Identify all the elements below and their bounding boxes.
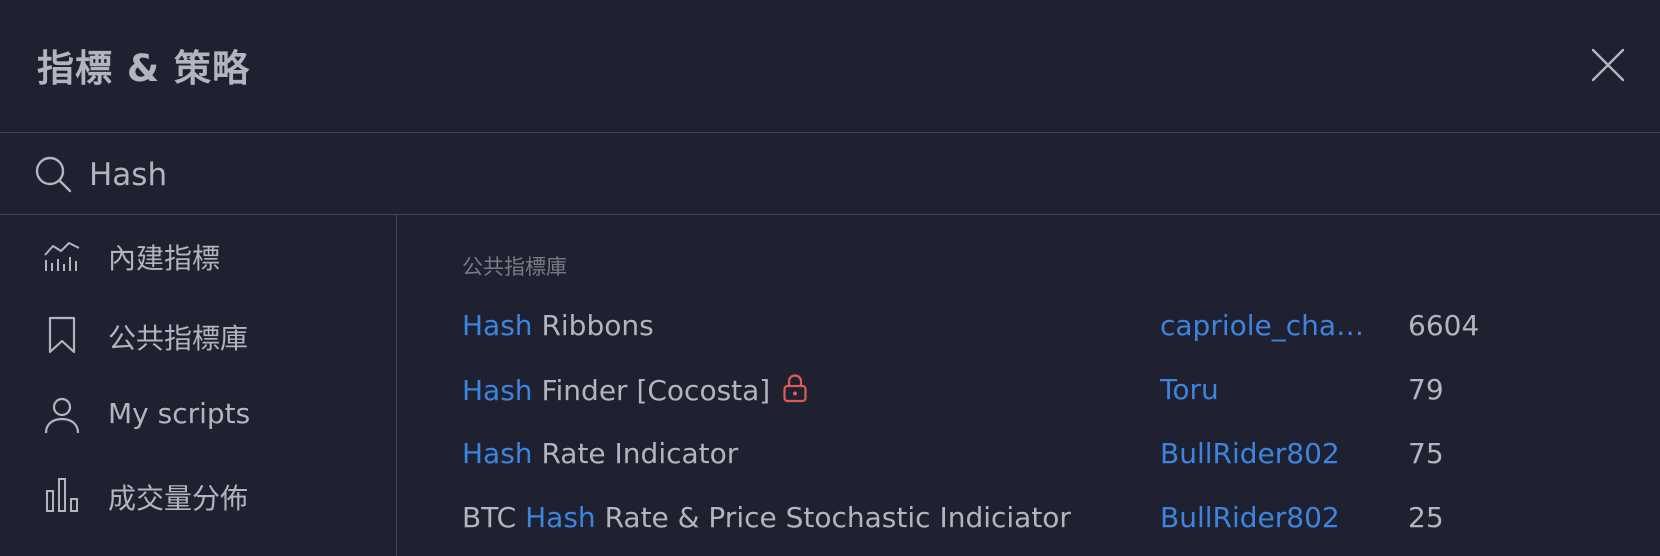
usage-count: 75 [1408, 437, 1444, 470]
name-suffix: Ribbons [532, 309, 654, 342]
name-suffix: Rate Indicator [532, 437, 739, 470]
author-link[interactable]: BullRider802 [1160, 501, 1365, 534]
search-bar [0, 133, 1660, 215]
sidebar-item-label: 公共指標庫 [108, 322, 249, 355]
results-panel: 公共指標庫 Hash Ribbons capriole_charl... 660… [397, 215, 1660, 556]
name-suffix: Rate & Price Stochastic Indiciator [595, 501, 1071, 534]
volume-profile-icon [46, 478, 78, 512]
name-suffix: Finder [Cocosta] [532, 374, 771, 407]
script-name: Hash Rate Indicator [462, 437, 738, 470]
script-name: Hash Finder [Cocosta] [462, 373, 808, 407]
result-row[interactable]: Hash Ribbons capriole_charl... 6604 [397, 295, 1660, 359]
result-row[interactable]: BTC Hash Rate & Price Stochastic Indicia… [397, 487, 1660, 551]
sidebar-item-my-scripts[interactable]: My scripts [0, 375, 396, 455]
result-row[interactable]: Hash Finder [Cocosta] Toru 79 [397, 359, 1660, 423]
script-name: Hash Ribbons [462, 309, 654, 342]
name-highlight: Hash [525, 501, 596, 534]
sidebar-item-label: 成交量分佈 [108, 482, 249, 515]
author-link[interactable]: BullRider802 [1160, 437, 1365, 470]
section-title: 公共指標庫 [462, 255, 567, 279]
sidebar-item-built-in[interactable]: 內建指標 [0, 215, 396, 295]
name-highlight: Hash [462, 437, 533, 470]
user-icon [44, 397, 80, 434]
close-icon [1591, 48, 1625, 82]
indicators-dialog: 指標 & 策略 內建指標 公共指標庫 [0, 0, 1660, 556]
author-link[interactable]: capriole_charl... [1160, 309, 1365, 342]
sidebar: 內建指標 公共指標庫 My scripts 成交量分佈 [0, 215, 397, 556]
search-input[interactable] [89, 153, 1589, 197]
usage-count: 79 [1408, 373, 1444, 406]
name-prefix: BTC [462, 501, 526, 534]
search-icon [35, 156, 72, 193]
bookmark-icon [48, 316, 76, 354]
sidebar-item-public-library[interactable]: 公共指標庫 [0, 295, 396, 375]
dialog-header: 指標 & 策略 [0, 0, 1660, 133]
sidebar-item-volume-profile[interactable]: 成交量分佈 [0, 455, 396, 535]
sidebar-item-label: 內建指標 [108, 242, 221, 275]
name-highlight: Hash [462, 374, 533, 407]
lock-icon [783, 374, 807, 403]
dialog-title: 指標 & 策略 [37, 47, 251, 90]
name-highlight: Hash [462, 309, 533, 342]
close-button[interactable] [1588, 45, 1628, 85]
sidebar-item-label: My scripts [108, 397, 251, 430]
result-row[interactable]: Hash Rate Indicator BullRider802 75 [397, 423, 1660, 487]
chart-line-icon [44, 242, 80, 271]
usage-count: 25 [1408, 501, 1444, 534]
author-link[interactable]: Toru [1160, 373, 1365, 406]
script-name: BTC Hash Rate & Price Stochastic Indicia… [462, 501, 1071, 534]
usage-count: 6604 [1408, 309, 1480, 342]
